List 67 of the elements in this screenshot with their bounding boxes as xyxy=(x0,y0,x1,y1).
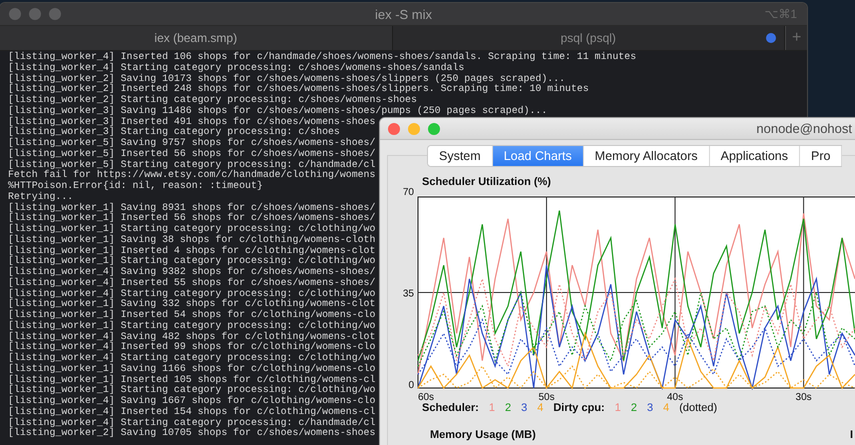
x-axis-label: 50s xyxy=(538,392,555,401)
zoom-button[interactable] xyxy=(49,8,61,20)
window-title: nonode@nohost xyxy=(756,121,852,136)
y-axis-label: 35 xyxy=(402,288,414,300)
terminal-line: [listing_worker_1] Starting category processing: c/clothing/wo xyxy=(8,224,376,234)
terminal-line: [listing_worker_3] Starting category processing: c/shoes xyxy=(8,127,340,138)
terminal-line: [listing_worker_1] Inserted 105 shops for c/clothing/womens-cl xyxy=(8,374,376,385)
terminal-line: Fetch fail for https://www.etsy.com/c/handmade/clothing/womens xyxy=(8,170,376,180)
zoom-button[interactable] xyxy=(428,122,440,134)
terminal-line: [listing_worker_2] Saving 10705 shops for c/shoes/womens-shoes xyxy=(8,428,376,439)
window-title: iex -S mix xyxy=(374,6,432,22)
legend-item: 1 xyxy=(488,402,495,414)
terminal-line: [listing_worker_4] Inserted 99 shops for c/clothing/womens-clo xyxy=(8,342,376,352)
terminal-line: [listing_worker_4] Starting category processing: c/shoes/womens-shoes/sandals xyxy=(8,62,464,74)
legend-item: 1 xyxy=(614,402,621,414)
chart-title: Scheduler Utilization (%) xyxy=(422,176,552,189)
terminal-line: [listing_worker_1] Starting category processing: c/clothing/wo xyxy=(8,320,376,332)
terminal-line: [listing_worker_4] Inserted 154 shops for c/clothing/womens-cl xyxy=(8,406,376,418)
close-button[interactable] xyxy=(388,122,400,134)
x-axis-label: 40s xyxy=(667,392,684,401)
terminal-line: [listing_worker_1] Saving 332 shops for c/clothing/womens-clot xyxy=(8,299,376,310)
close-button[interactable] xyxy=(9,8,21,20)
terminal-line: [listing_worker_3] Inserted 491 shops for c/shoes/womens-shoes xyxy=(8,116,376,127)
terminal-line: [listing_worker_5] Saving 9757 shops for c/shoes/womens-shoes/ xyxy=(8,138,376,148)
terminal-line: [listing_worker_4] Saving 1667 shops for c/clothing/womens-clo xyxy=(8,396,376,406)
legend-note: (dotted) xyxy=(679,402,718,414)
terminal-line: [listing_worker_4] Starting category processing: c/clothing/wo xyxy=(8,353,376,364)
terminal-line: [listing_worker_1] Saving 1166 shops for c/clothing/womens-clo xyxy=(8,364,376,374)
legend-item: 2 xyxy=(630,402,637,414)
x-axis-label: 30s xyxy=(796,392,812,401)
legend-item: 3 xyxy=(521,402,528,414)
terminal-line: [listing_worker_1] Saving 8931 shops for c/shoes/womens-shoes/ xyxy=(8,202,376,213)
terminal-line: [listing_worker_2] Saving 10173 shops for c/shoes/womens-shoes/slippers (250 pages scraped)... xyxy=(8,74,566,84)
legend-item: 3 xyxy=(646,402,654,414)
terminal-line: [listing_worker_1] Inserted 4 shops for c/clothing/womens-clot xyxy=(8,246,376,256)
terminal-line: Retrying... xyxy=(8,192,74,202)
terminal-line: [listing_worker_1] Inserted 54 shops for c/clothing/womens-clo xyxy=(8,310,376,320)
minimize-button[interactable] xyxy=(408,122,420,134)
terminal-line: [listing_worker_1] Saving 38 shops for c/clothing/womens-cloth xyxy=(8,234,376,246)
terminal-tab[interactable]: iex (beam.smp) xyxy=(0,26,392,50)
terminal-line: [listing_worker_4] Inserted 106 shops for c/handmade/shoes/womens-shoes/sandals. Scraping time: 11 minutes xyxy=(8,52,636,62)
y-axis-label: 0 xyxy=(408,380,414,391)
minimize-button[interactable] xyxy=(29,8,41,20)
terminal-line: %HTTPoison.Error{id: nil, reason: :timeout} xyxy=(8,181,263,192)
terminal-line: [listing_worker_5] Starting category processing: c/handmade/cl xyxy=(8,160,376,170)
legend-label: Scheduler: xyxy=(422,402,479,414)
terminal-line: [listing_worker_3] Saving 11486 shops for c/shoes/womens-shoes/pumps (250 pages scraped)... xyxy=(8,106,548,116)
terminal-line: [listing_worker_4] Starting category processing: c/clothing/wo xyxy=(8,288,376,299)
tab[interactable]: System xyxy=(428,146,493,166)
terminal-line: [listing_worker_4] Saving 9382 shops for c/shoes/womens-shoes/ xyxy=(8,267,376,278)
legend-label: Dirty cpu: xyxy=(553,402,605,414)
terminal-line: [listing_worker_4] Saving 482 shops for c/clothing/womens-clot xyxy=(8,332,376,342)
terminal-line: [listing_worker_1] Inserted 56 shops for c/shoes/womens-shoes/ xyxy=(8,213,376,224)
legend-item: 2 xyxy=(504,402,512,414)
y-axis-label: 70 xyxy=(402,187,414,198)
terminal-line: [listing_worker_4] Starting category processing: c/handmade/cl xyxy=(8,418,376,428)
chart-title: Memory Usage (MB) xyxy=(430,429,536,441)
terminal-line: [listing_worker_4] Inserted 55 shops for c/shoes/womens-shoes/ xyxy=(8,278,376,288)
x-axis-label: 60s xyxy=(418,392,434,401)
terminal-line: [listing_worker_2] Starting category processing: c/shoes/womens-shoes xyxy=(8,95,417,106)
terminal-line: [listing_worker_5] Inserted 56 shops for c/shoes/womens-shoes/ xyxy=(8,148,376,160)
legend-item: 4 xyxy=(663,402,670,414)
terminal-line: [listing_worker_1] Starting category processing: c/clothing/wo xyxy=(8,256,376,266)
terminal-line: [listing_worker_1] Starting category processing: c/clothing/wo xyxy=(8,385,376,396)
chart-title: I xyxy=(850,429,853,441)
terminal-line: [listing_worker_2] Inserted 248 shops for c/shoes/womens-shoes/slippers. Scraping time: 10 minutes xyxy=(8,84,589,94)
legend-item: 4 xyxy=(537,402,544,414)
